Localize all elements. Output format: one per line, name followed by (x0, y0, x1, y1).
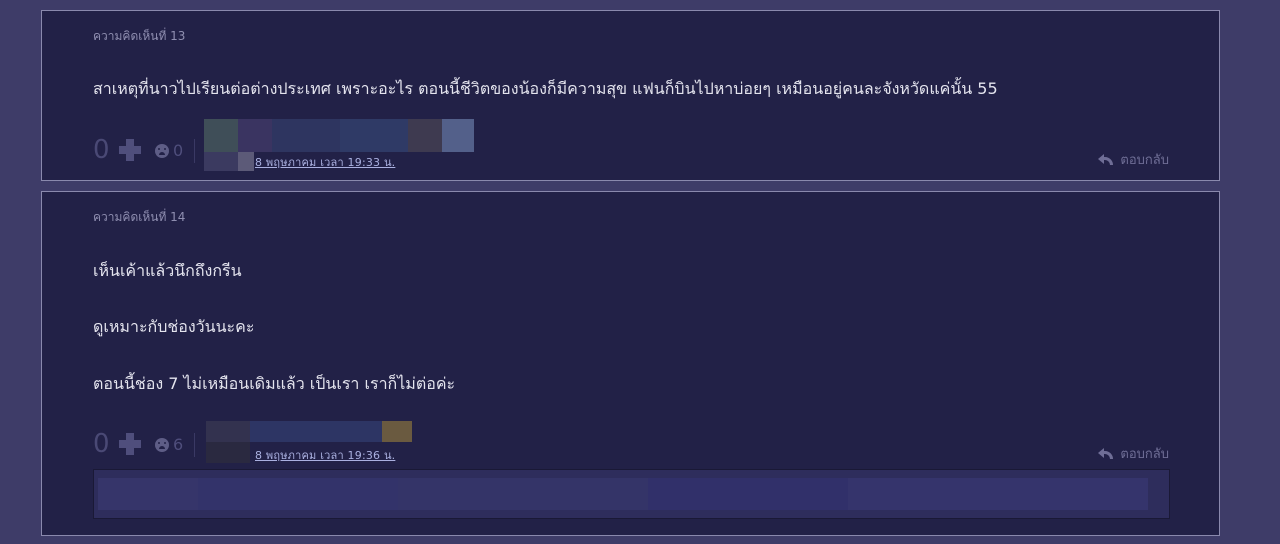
reply-icon (1098, 153, 1114, 165)
comment-text-line: ตอนนี้ช่อง 7 ไม่เหมือนเดิมแล้ว เป็นเรา เ… (93, 374, 456, 393)
comment-card: ความคิดเห็นที่ 14 เห็นเค้าแล้วนึกถึงกรีน… (41, 191, 1220, 536)
comment-timestamp[interactable]: 8 พฤษภาคม เวลา 19:36 น. (255, 446, 395, 464)
reply-label: ตอบกลับ (1120, 447, 1169, 462)
vote-count: 0 (93, 429, 110, 459)
comment-number: ความคิดเห็นที่ 13 (93, 29, 186, 43)
comment-timestamp[interactable]: 8 พฤษภาคม เวลา 19:33 น. (255, 153, 395, 171)
comment-number: ความคิดเห็นที่ 14 (93, 210, 186, 224)
plus-icon[interactable] (119, 139, 141, 161)
reply-label: ตอบกลับ (1120, 153, 1169, 168)
comment-text-line: ดูเหมาะกับช่องวันนะคะ (93, 317, 255, 336)
emotion-count: 6 (173, 435, 184, 454)
vote-count: 0 (93, 135, 110, 165)
plus-icon[interactable] (119, 433, 141, 455)
comment-text: สาเหตุที่นาวไปเรียนต่อต่างประเทศ เพราะอะ… (93, 79, 998, 98)
reply-button[interactable]: ตอบกลับ (1098, 443, 1169, 464)
emotion-count: 0 (173, 141, 184, 160)
divider (194, 139, 195, 163)
reply-button[interactable]: ตอบกลับ (1098, 149, 1169, 170)
divider (194, 433, 195, 457)
emoticon-icon[interactable] (155, 144, 169, 158)
reply-icon (1098, 447, 1114, 459)
comment-text-line: เห็นเค้าแล้วนึกถึงกรีน (93, 261, 242, 280)
blurred-quote-box (93, 469, 1170, 519)
emoticon-icon[interactable] (155, 438, 169, 452)
comment-card: ความคิดเห็นที่ 13 สาเหตุที่นาวไปเรียนต่อ… (41, 10, 1220, 181)
